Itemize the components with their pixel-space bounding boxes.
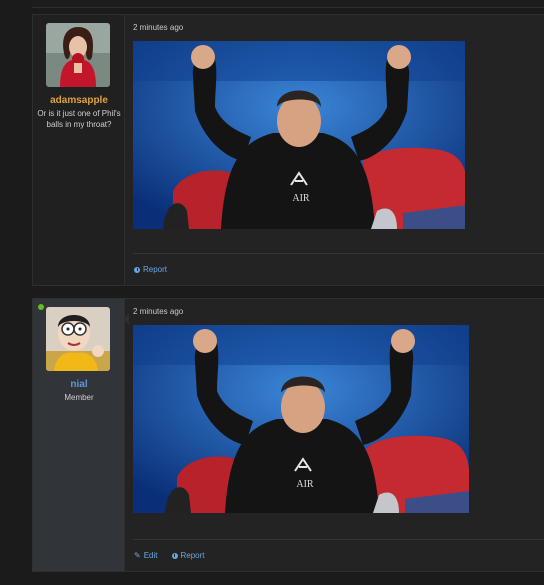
embedded-gif-image: AIR bbox=[133, 325, 469, 513]
message-post: adamsapple Or is it just one of Phil's b… bbox=[32, 14, 544, 286]
message-user-info: adamsapple Or is it just one of Phil's b… bbox=[33, 15, 125, 285]
post-timestamp[interactable]: 2 minutes ago bbox=[133, 307, 183, 316]
message-user-info: nial Member bbox=[33, 299, 125, 571]
report-link[interactable]: Report bbox=[134, 265, 167, 274]
report-icon bbox=[171, 552, 178, 559]
embedded-gif-image: AIR bbox=[133, 41, 465, 229]
report-label: Report bbox=[143, 265, 168, 274]
username[interactable]: nial bbox=[33, 379, 125, 390]
online-status-icon bbox=[38, 304, 44, 310]
message-arrow bbox=[123, 313, 129, 325]
avatar[interactable] bbox=[46, 23, 110, 87]
previous-post-edge bbox=[32, 0, 544, 8]
post-actions: Report bbox=[134, 265, 167, 274]
svg-text:AIR: AIR bbox=[292, 193, 310, 204]
report-icon bbox=[134, 266, 140, 273]
post-actions: ✎ Edit Report bbox=[134, 551, 205, 560]
avatar[interactable] bbox=[46, 307, 110, 371]
post-footer-divider bbox=[133, 253, 544, 254]
user-title: Member bbox=[64, 393, 94, 402]
message-post: nial Member 2 minutes ago AIR ✎ Edit Rep… bbox=[32, 298, 544, 572]
report-link[interactable]: Report bbox=[171, 551, 205, 560]
user-title: Or is it just one of Phil's balls in my … bbox=[37, 109, 121, 129]
edit-label: Edit bbox=[143, 551, 158, 560]
report-label: Report bbox=[180, 551, 205, 560]
username[interactable]: adamsapple bbox=[33, 95, 125, 106]
post-footer-divider bbox=[133, 539, 544, 540]
post-timestamp[interactable]: 2 minutes ago bbox=[133, 23, 183, 32]
pencil-icon: ✎ bbox=[134, 550, 141, 560]
edit-link[interactable]: ✎ Edit bbox=[134, 551, 158, 560]
svg-text:AIR: AIR bbox=[296, 479, 314, 490]
